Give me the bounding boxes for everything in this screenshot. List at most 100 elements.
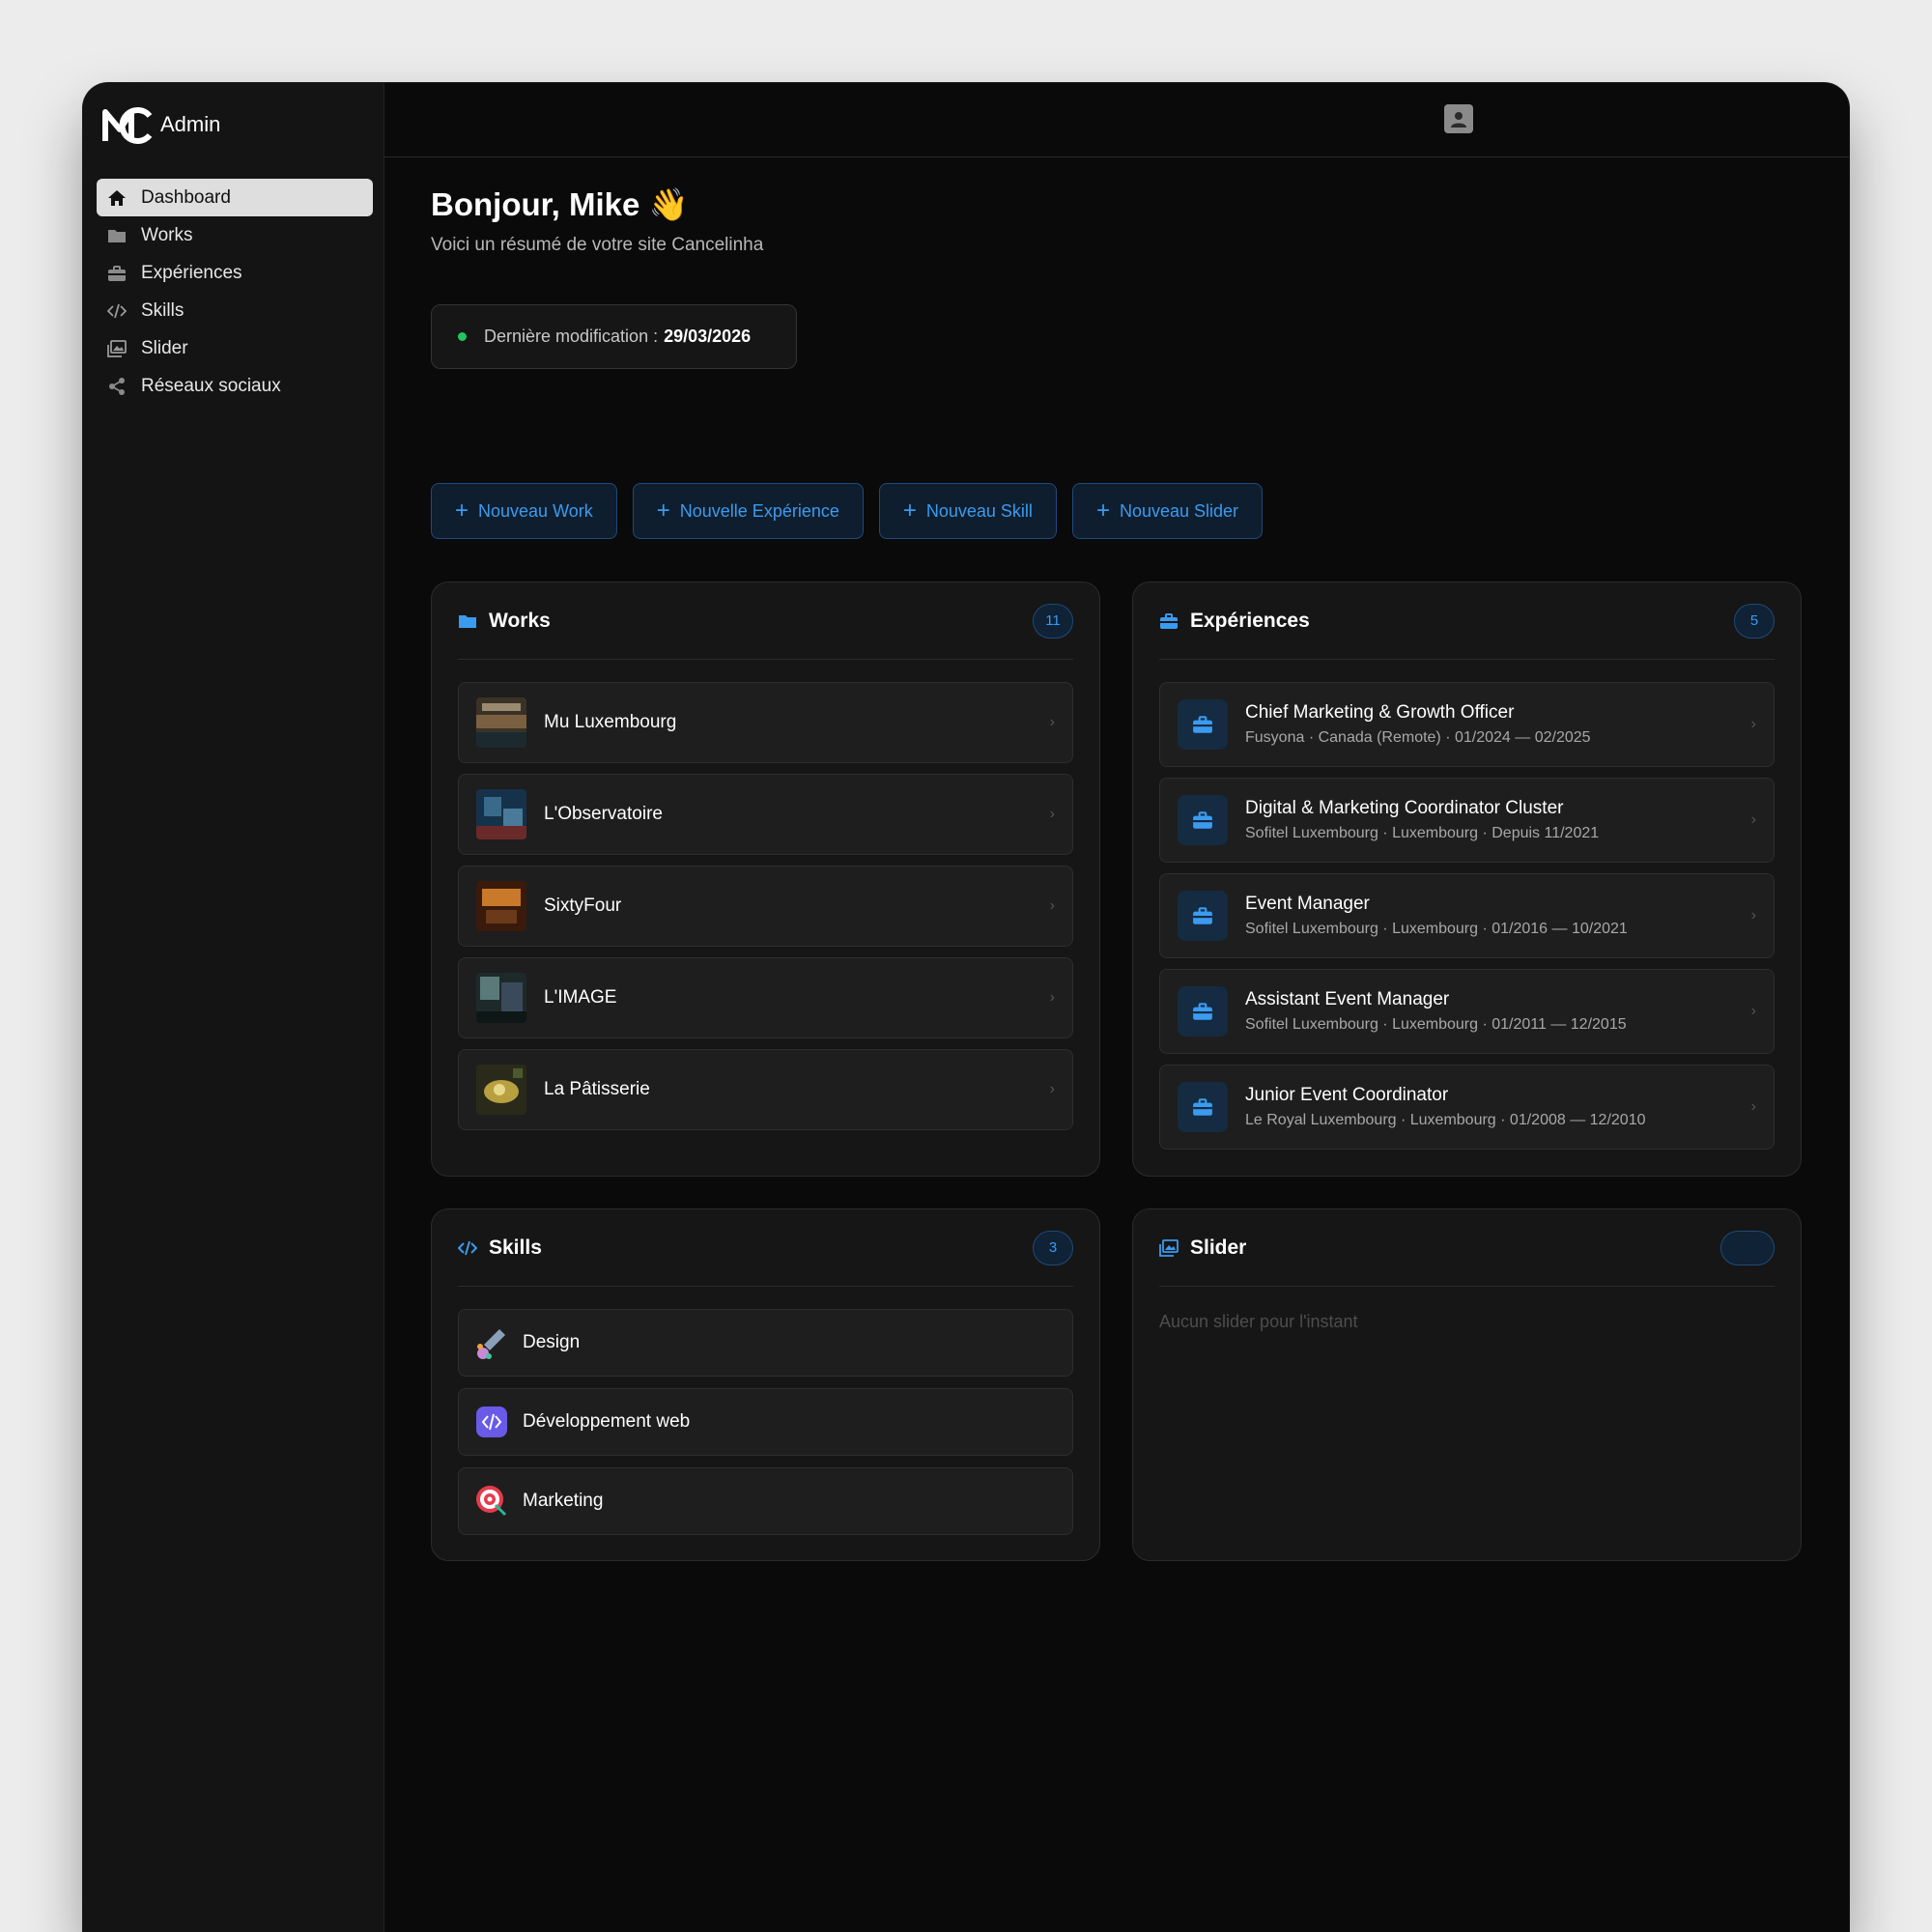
logo-mark-icon	[102, 107, 153, 144]
work-name: L'IMAGE	[544, 987, 617, 1008]
chevron-right-icon: ›	[1049, 714, 1055, 730]
sidebar-nav: Dashboard Works Expériences Skills Slide…	[97, 179, 373, 405]
skill-item[interactable]: Développement web	[458, 1388, 1073, 1456]
folder-icon	[106, 225, 128, 246]
experience-subtitle: Fusyona · Canada (Remote) · 01/2024 — 02…	[1245, 729, 1591, 746]
plus-icon: +	[1095, 497, 1110, 524]
slider-empty-message: Aucun slider pour l'instant	[1159, 1312, 1358, 1331]
plus-icon: +	[455, 497, 469, 524]
sidebar-item-label: Slider	[141, 337, 188, 358]
skill-item[interactable]: Design	[458, 1309, 1073, 1377]
experience-title: Digital & Marketing Coordinator Cluster	[1245, 798, 1564, 818]
experiences-card-title: Expériences	[1190, 609, 1310, 632]
code-badge-icon	[474, 1405, 509, 1439]
sidebar-item-slider[interactable]: Slider	[97, 329, 373, 367]
experience-item[interactable]: Junior Event Coordinator Le Royal Luxemb…	[1159, 1065, 1775, 1150]
work-item[interactable]: L'Observatoire ›	[458, 774, 1073, 855]
last-modified-badge: Dernière modification : 29/03/2026	[431, 304, 797, 369]
paint-brush-icon	[474, 1325, 509, 1360]
target-icon	[474, 1484, 509, 1519]
experience-title: Event Manager	[1245, 894, 1370, 914]
button-label: Nouveau Slider	[1119, 500, 1239, 521]
experience-title: Junior Event Coordinator	[1245, 1085, 1449, 1105]
work-thumbnail	[476, 1065, 526, 1115]
skill-name: Développement web	[523, 1411, 691, 1432]
plus-icon: +	[902, 497, 917, 524]
briefcase-icon	[106, 263, 128, 284]
work-item[interactable]: Mu Luxembourg ›	[458, 682, 1073, 763]
last-modified-date: 29/03/2026	[664, 327, 752, 346]
new-skill-button[interactable]: + Nouveau Skill	[878, 483, 1057, 539]
works-card-header: Works 11	[458, 582, 1073, 660]
experience-text: Junior Event Coordinator Le Royal Luxemb…	[1245, 1085, 1645, 1129]
skills-card: Skills 3 Design Développement web Market…	[431, 1208, 1100, 1561]
skills-card-header: Skills 3	[458, 1209, 1073, 1287]
sidebar: Admin Dashboard Works Expériences Skills…	[83, 83, 384, 1932]
skill-name: Design	[523, 1332, 581, 1352]
work-name: La Pâtisserie	[544, 1079, 650, 1099]
share-icon	[106, 376, 128, 397]
skills-count-badge: 3	[1033, 1230, 1073, 1265]
code-icon	[106, 300, 128, 322]
briefcase-icon	[1178, 1082, 1228, 1132]
briefcase-icon	[1178, 795, 1228, 845]
briefcase-icon	[1178, 986, 1228, 1037]
experience-text: Digital & Marketing Coordinator Cluster …	[1245, 798, 1599, 842]
new-experience-button[interactable]: + Nouvelle Expérience	[632, 483, 864, 539]
skill-name: Marketing	[523, 1491, 604, 1511]
works-card-title: Works	[489, 609, 551, 632]
experience-item[interactable]: Digital & Marketing Coordinator Cluster …	[1159, 778, 1775, 863]
work-item[interactable]: L'IMAGE ›	[458, 957, 1073, 1038]
briefcase-icon	[1160, 612, 1178, 629]
experience-item[interactable]: Event Manager Sofitel Luxembourg · Luxem…	[1159, 873, 1775, 958]
experiences-card: Expériences 5 Chief Marketing & Growth O…	[1132, 582, 1802, 1177]
experience-subtitle: Le Royal Luxembourg · Luxembourg · 01/20…	[1245, 1112, 1646, 1128]
chevron-right-icon: ›	[1049, 897, 1055, 914]
experience-item[interactable]: Assistant Event Manager Sofitel Luxembou…	[1159, 969, 1775, 1054]
work-item[interactable]: La Pâtisserie ›	[458, 1049, 1073, 1130]
images-icon	[106, 338, 128, 359]
work-name: Mu Luxembourg	[544, 712, 677, 732]
sidebar-item-works[interactable]: Works	[97, 216, 373, 254]
plus-icon: +	[656, 497, 670, 524]
experience-title: Assistant Event Manager	[1245, 989, 1450, 1009]
sidebar-item-label: Dashboard	[141, 186, 231, 208]
user-avatar-icon[interactable]	[1444, 104, 1473, 133]
sidebar-item-label: Skills	[141, 299, 185, 321]
experience-subtitle: Sofitel Luxembourg · Luxembourg · 01/201…	[1245, 1016, 1627, 1033]
button-label: Nouveau Work	[478, 500, 593, 521]
home-icon	[106, 187, 128, 209]
work-thumbnail	[476, 789, 526, 839]
experience-text: Event Manager Sofitel Luxembourg · Luxem…	[1245, 894, 1628, 938]
sidebar-item-skills[interactable]: Skills	[97, 292, 373, 329]
new-slider-button[interactable]: + Nouveau Slider	[1071, 483, 1264, 539]
works-count-badge: 11	[1033, 603, 1073, 639]
chevron-right-icon: ›	[1750, 907, 1756, 923]
sidebar-item-experiences[interactable]: Expériences	[97, 254, 373, 292]
quick-actions: + Nouveau Work + Nouvelle Expérience + Nouv…	[431, 483, 1264, 539]
chevron-right-icon: ›	[1049, 806, 1055, 822]
work-item[interactable]: SixtyFour ›	[458, 866, 1073, 947]
status-dot-icon	[458, 332, 467, 341]
new-work-button[interactable]: + Nouveau Work	[431, 483, 617, 539]
folder-icon	[459, 614, 476, 628]
chevron-right-icon: ›	[1750, 716, 1756, 732]
sidebar-item-social[interactable]: Réseaux sociaux	[97, 367, 373, 405]
experience-item[interactable]: Chief Marketing & Growth Officer Fusyona…	[1159, 682, 1775, 767]
work-thumbnail	[476, 973, 526, 1023]
skill-item[interactable]: Marketing	[458, 1467, 1073, 1535]
slider-card-header: Slider	[1159, 1209, 1775, 1287]
app-window: Admin Dashboard Works Expériences Skills…	[83, 83, 1849, 1932]
experience-title: Chief Marketing & Growth Officer	[1245, 702, 1515, 723]
topbar	[384, 83, 1849, 157]
page-subtitle: Voici un résumé de votre site Cancelinha	[431, 235, 764, 255]
logo[interactable]: Admin	[102, 104, 220, 145]
button-label: Nouvelle Expérience	[679, 500, 839, 521]
experiences-count-badge: 5	[1734, 603, 1775, 639]
works-card: Works 11 Mu Luxembourg › L'Observatoire …	[431, 582, 1100, 1177]
last-modified-label: Dernière modification :	[484, 327, 659, 346]
work-thumbnail	[476, 697, 526, 748]
chevron-right-icon: ›	[1049, 1081, 1055, 1097]
slider-count-badge	[1720, 1230, 1775, 1265]
sidebar-item-dashboard[interactable]: Dashboard	[97, 179, 373, 216]
